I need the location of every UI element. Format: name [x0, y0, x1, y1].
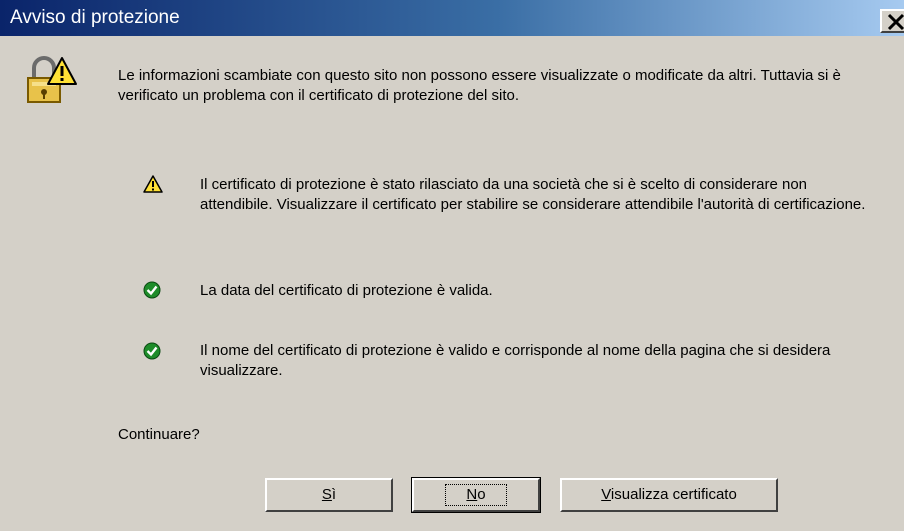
close-icon — [887, 13, 904, 31]
item-untrusted-issuer: Il certificato di protezione è stato ril… — [200, 176, 866, 213]
lock-warning-icon — [27, 56, 77, 103]
view-certificate-label: Visualizza certificato — [601, 486, 737, 503]
warning-icon — [143, 175, 163, 193]
close-button[interactable] — [880, 9, 904, 33]
security-warning-dialog: Avviso di protezione Le informazioni sca… — [0, 0, 904, 531]
check-icon — [143, 281, 161, 299]
window-title: Avviso di protezione — [10, 7, 180, 28]
no-button[interactable]: No — [411, 477, 541, 513]
intro-text: Le informazioni scambiate con questo sit… — [118, 67, 841, 104]
view-certificate-button[interactable]: Visualizza certificato — [560, 478, 778, 512]
title-bar[interactable]: Avviso di protezione — [0, 0, 904, 36]
yes-label: Sì — [321, 486, 337, 503]
check-icon — [143, 342, 161, 360]
no-label: No — [445, 484, 507, 506]
item-date-valid: La data del certificato di protezione è … — [200, 282, 493, 299]
item-name-valid: Il nome del certificato di protezione è … — [200, 342, 831, 379]
continue-question: Continuare? — [118, 426, 200, 443]
yes-button[interactable]: Sì — [265, 478, 393, 512]
